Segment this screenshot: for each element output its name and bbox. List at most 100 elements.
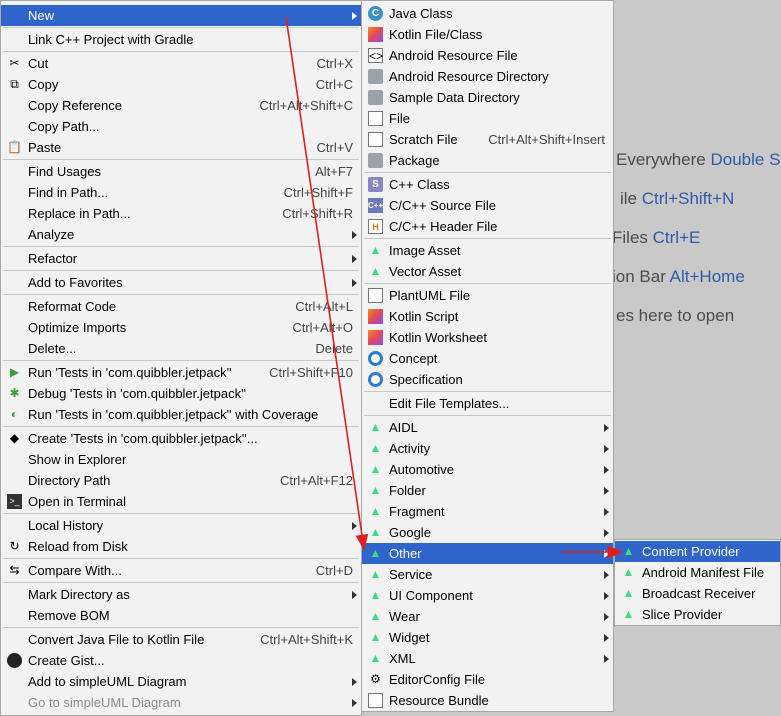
submenu-arrow-icon (604, 508, 609, 516)
menu-item-file[interactable]: File (362, 108, 613, 129)
menu-item-content-provider[interactable]: ▲ Content Provider (615, 541, 780, 562)
new-submenu: C Java Class Kotlin File/Class <> Android Re… (361, 0, 614, 712)
menu-item-link-c-project-with-gradle[interactable]: Link C++ Project with Gradle (1, 29, 361, 50)
run-icon: ▶ (9, 365, 20, 379)
menu-item-convert-java-file-to-kotlin-file[interactable]: Convert Java File to Kotlin File Ctrl+Alt… (1, 629, 361, 650)
menu-item-concept[interactable]: Concept (362, 348, 613, 369)
menu-item-label: Widget (389, 630, 430, 645)
other-submenu: ▲ Content Provider ▲ Android Manifest File ▲… (614, 539, 781, 626)
menu-item-activity[interactable]: ▲ Activity (362, 438, 613, 459)
menu-item-label: New (28, 8, 55, 23)
menu-item-directory-path[interactable]: Directory Path Ctrl+Alt+F12 (1, 470, 361, 491)
android-icon: ▲ (369, 462, 382, 476)
specification-icon (368, 372, 383, 387)
menu-item-find-in-path[interactable]: Find in Path... Ctrl+Shift+F (1, 182, 361, 203)
menu-item-open-in-terminal[interactable]: >_ Open in Terminal (1, 491, 361, 512)
hint-goto-file: ile Ctrl+Shift+N (620, 189, 735, 208)
file-icon (368, 111, 383, 126)
menu-item-reformat-code[interactable]: Reformat Code Ctrl+Alt+L (1, 296, 361, 317)
menu-item-resource-bundle[interactable]: Resource Bundle (362, 690, 613, 711)
submenu-arrow-icon (352, 699, 357, 707)
menu-item-other[interactable]: ▲ Other (362, 543, 613, 564)
menu-item-paste[interactable]: 📋 Paste Ctrl+V (1, 137, 361, 158)
menu-item-broadcast-receiver[interactable]: ▲ Broadcast Receiver (615, 583, 780, 604)
menu-item-optimize-imports[interactable]: Optimize Imports Ctrl+Alt+O (1, 317, 361, 338)
menu-item-copy-path[interactable]: Copy Path... (1, 116, 361, 137)
menu-item-local-history[interactable]: Local History (1, 515, 361, 536)
menu-item-label: Replace in Path... (28, 206, 131, 221)
menu-item-service[interactable]: ▲ Service (362, 564, 613, 585)
menu-item-delete[interactable]: Delete... Delete (1, 338, 361, 359)
menu-item-label: C++ Class (389, 177, 450, 192)
menu-item-new[interactable]: New (1, 5, 361, 26)
menu-item-automotive[interactable]: ▲ Automotive (362, 459, 613, 480)
menu-item-replace-in-path[interactable]: Replace in Path... Ctrl+Shift+R (1, 203, 361, 224)
menu-item-c-c-source-file[interactable]: C++ C/C++ Source File (362, 195, 613, 216)
menu-item-cut[interactable]: ✂ Cut Ctrl+X (1, 53, 361, 74)
menu-item-label: Wear (389, 609, 420, 624)
menu-item-analyze[interactable]: Analyze (1, 224, 361, 245)
menu-item-show-in-explorer[interactable]: Show in Explorer (1, 449, 361, 470)
scissors-icon: ✂ (9, 56, 20, 70)
menu-item-scratch-file[interactable]: Scratch File Ctrl+Alt+Shift+Insert (362, 129, 613, 150)
menu-item-c-class[interactable]: S C++ Class (362, 174, 613, 195)
android-icon: ▲ (369, 588, 382, 602)
menu-item-editorconfig-file[interactable]: ⚙ EditorConfig File (362, 669, 613, 690)
menu-item-edit-file-templates[interactable]: Edit File Templates... (362, 393, 613, 414)
menu-item-slice-provider[interactable]: ▲ Slice Provider (615, 604, 780, 625)
menu-item-create-gist[interactable]: Create Gist... (1, 650, 361, 671)
menu-item-sample-data-directory[interactable]: Sample Data Directory (362, 87, 613, 108)
menu-item-android-resource-file[interactable]: <> Android Resource File (362, 45, 613, 66)
menu-item-add-to-simpleuml-diagram[interactable]: Add to simpleUML Diagram (1, 671, 361, 692)
menu-item-plantuml-file[interactable]: PlantUML File (362, 285, 613, 306)
submenu-arrow-icon (604, 613, 609, 621)
menu-separator (3, 159, 359, 160)
menu-item-copy[interactable]: ⧉ Copy Ctrl+C (1, 74, 361, 95)
menu-item-remove-bom[interactable]: Remove BOM (1, 605, 361, 626)
menu-separator (364, 391, 611, 392)
menu-item-mark-directory-as[interactable]: Mark Directory as (1, 584, 361, 605)
menu-item-specification[interactable]: Specification (362, 369, 613, 390)
menu-item-package[interactable]: Package (362, 150, 613, 171)
menu-item-label: Analyze (28, 227, 75, 242)
menu-item-android-resource-directory[interactable]: Android Resource Directory (362, 66, 613, 87)
menu-item-label: Resource Bundle (389, 693, 489, 708)
submenu-arrow-icon (604, 466, 609, 474)
menu-item-java-class[interactable]: C Java Class (362, 3, 613, 24)
menu-item-image-asset[interactable]: ▲ Image Asset (362, 240, 613, 261)
menu-item-wear[interactable]: ▲ Wear (362, 606, 613, 627)
menu-item-run-tests-in-com-quibbler-jetpack[interactable]: ▶ Run 'Tests in 'com.quibbler.jetpack'' Ct… (1, 362, 361, 383)
menu-item-vector-asset[interactable]: ▲ Vector Asset (362, 261, 613, 282)
menu-item-copy-reference[interactable]: Copy Reference Ctrl+Alt+Shift+C (1, 95, 361, 116)
menu-item-xml[interactable]: ▲ XML (362, 648, 613, 669)
menu-item-folder[interactable]: ▲ Folder (362, 480, 613, 501)
menu-item-run-tests-in-com-quibbler-jetpack-with-coverage[interactable]: ◐ Run 'Tests in 'com.quibbler.jetpack'' w… (1, 404, 361, 425)
menu-item-ui-component[interactable]: ▲ UI Component (362, 585, 613, 606)
github-icon (7, 653, 22, 668)
menu-item-reload-from-disk[interactable]: ↻ Reload from Disk (1, 536, 361, 557)
menu-item-android-manifest-file[interactable]: ▲ Android Manifest File (615, 562, 780, 583)
menu-item-kotlin-script[interactable]: Kotlin Script (362, 306, 613, 327)
menu-item-compare-with[interactable]: ⇆ Compare With... Ctrl+D (1, 560, 361, 581)
menu-item-add-to-favorites[interactable]: Add to Favorites (1, 272, 361, 293)
android-icon: ▲ (369, 630, 382, 644)
menu-item-widget[interactable]: ▲ Widget (362, 627, 613, 648)
menu-item-label: Android Resource File (389, 48, 518, 63)
android-icon: ▲ (369, 567, 382, 581)
menu-item-kotlin-worksheet[interactable]: Kotlin Worksheet (362, 327, 613, 348)
menu-item-label: Local History (28, 518, 104, 533)
menu-item-c-c-header-file[interactable]: H C/C++ Header File (362, 216, 613, 237)
menu-item-debug-tests-in-com-quibbler-jetpack[interactable]: ✱ Debug 'Tests in 'com.quibbler.jetpack'' (1, 383, 361, 404)
menu-item-fragment[interactable]: ▲ Fragment (362, 501, 613, 522)
menu-item-label: Add to simpleUML Diagram (28, 674, 187, 689)
resource-file-icon: <> (368, 48, 384, 63)
copy-icon: ⧉ (10, 77, 19, 91)
menu-item-kotlin-file-class[interactable]: Kotlin File/Class (362, 24, 613, 45)
shortcut-label: Ctrl+Alt+L (295, 299, 353, 314)
menu-item-find-usages[interactable]: Find Usages Alt+F7 (1, 161, 361, 182)
menu-item-google[interactable]: ▲ Google (362, 522, 613, 543)
menu-item-create-tests-in-com-quibbler-jetpack[interactable]: ◆ Create 'Tests in 'com.quibbler.jetpack'… (1, 428, 361, 449)
menu-item-go-to-simpleuml-diagram: Go to simpleUML Diagram (1, 692, 361, 713)
menu-item-refactor[interactable]: Refactor (1, 248, 361, 269)
menu-item-aidl[interactable]: ▲ AIDL (362, 417, 613, 438)
